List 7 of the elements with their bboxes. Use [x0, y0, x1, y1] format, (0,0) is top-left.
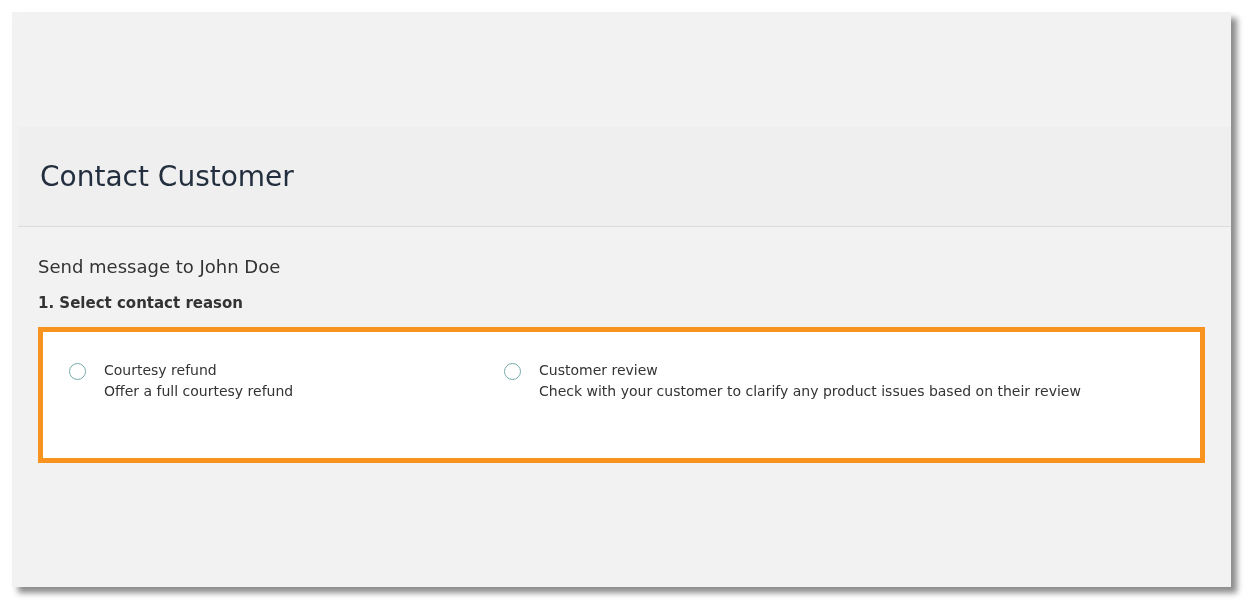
option-title: Courtesy refund [104, 360, 218, 380]
option-title: Customer review [539, 360, 659, 380]
step-label: 1. Select contact reason [38, 293, 244, 314]
option-description: Check with your customer to clarify any product issues based on their review [539, 381, 1081, 401]
recipient-heading: Send message to John Doe [38, 255, 282, 279]
dialog-title: Contact Customer [40, 158, 294, 195]
option-description: Offer a full courtesy refund [104, 381, 294, 401]
